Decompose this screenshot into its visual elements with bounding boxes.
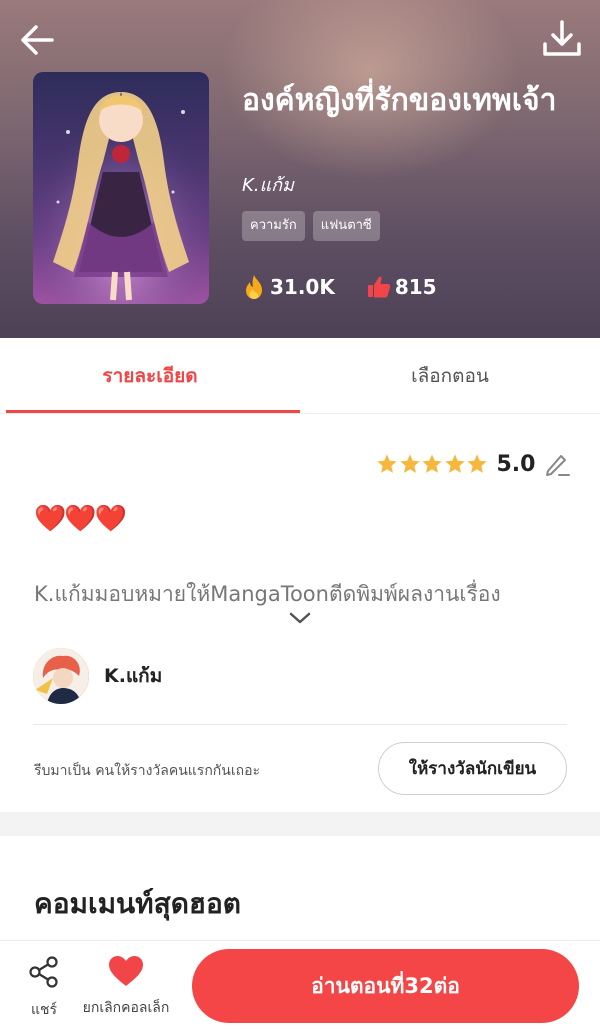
book-author[interactable]: K.แก้ม xyxy=(242,170,294,199)
views-count: 31.0K xyxy=(270,275,335,299)
author-row[interactable]: K.แก้ม xyxy=(33,648,162,704)
star-icon xyxy=(399,453,421,475)
book-cover[interactable] xyxy=(33,72,209,304)
favorite-label: ยกเลิกคอลเล็ก xyxy=(82,1000,170,1016)
tag-list: ความรัก แฟนตาซี xyxy=(242,211,380,241)
rating-stars xyxy=(376,453,489,475)
continue-reading-button[interactable]: อ่านตอนที่32ต่อ xyxy=(192,949,579,1023)
back-icon[interactable] xyxy=(16,18,60,62)
share-icon xyxy=(27,955,61,993)
stats-row: 31.0K 815 xyxy=(242,274,469,300)
book-title: องค์หญิงที่รักของเทพเจ้า xyxy=(242,83,557,118)
unfavorite-button[interactable]: ยกเลิกคอลเล็ก xyxy=(74,955,178,1019)
reward-hint: รีบมาเป็น คนให้รางวัลคนแรกกันเถอะ xyxy=(34,763,261,779)
download-icon[interactable] xyxy=(540,18,584,62)
tab-bar: รายละเอียด เลือกตอน xyxy=(0,338,600,414)
reward-writer-button[interactable]: ให้รางวัลนักเขียน xyxy=(378,742,567,795)
bottom-action-bar: แชร์ ยกเลิกคอลเล็ก อ่านตอนที่32ต่อ xyxy=(0,940,600,1030)
author-name[interactable]: K.แก้ม xyxy=(104,661,162,691)
heart-icon xyxy=(108,955,144,991)
chevron-down-icon[interactable] xyxy=(288,610,312,626)
description-emoji: ❤️❤️❤️ xyxy=(34,504,127,534)
share-label: แชร์ xyxy=(30,1002,58,1018)
tab-episodes[interactable]: เลือกตอน xyxy=(300,338,600,413)
description-text: K.แก้มมอบหมายให้MangaToonตีดพิมพ์ผลงานเร… xyxy=(34,582,501,606)
likes-stat: 815 xyxy=(367,274,437,300)
star-icon xyxy=(444,453,466,475)
star-icon xyxy=(466,453,488,475)
thumbs-up-icon xyxy=(367,274,391,300)
views-stat: 31.0K xyxy=(242,274,335,300)
author-avatar[interactable] xyxy=(33,648,89,704)
share-button[interactable]: แชร์ xyxy=(22,955,66,1021)
tag-fantasy[interactable]: แฟนตาซี xyxy=(312,211,380,241)
star-icon xyxy=(376,453,398,475)
hot-comments-title: คอมเมนท์สุดฮอต xyxy=(34,887,241,920)
tab-details[interactable]: รายละเอียด xyxy=(0,338,300,413)
likes-count: 815 xyxy=(394,275,437,299)
divider xyxy=(33,724,567,725)
tag-love[interactable]: ความรัก xyxy=(242,211,305,241)
rating-row: 5.0 xyxy=(376,450,571,478)
section-separator xyxy=(0,812,600,836)
fire-icon xyxy=(242,274,266,300)
star-icon xyxy=(421,453,443,475)
edit-rating-icon[interactable] xyxy=(543,450,571,478)
book-header: องค์หญิงที่รักของเทพเจ้า K.แก้ม ความรัก … xyxy=(0,0,600,338)
rating-value: 5.0 xyxy=(496,451,536,477)
